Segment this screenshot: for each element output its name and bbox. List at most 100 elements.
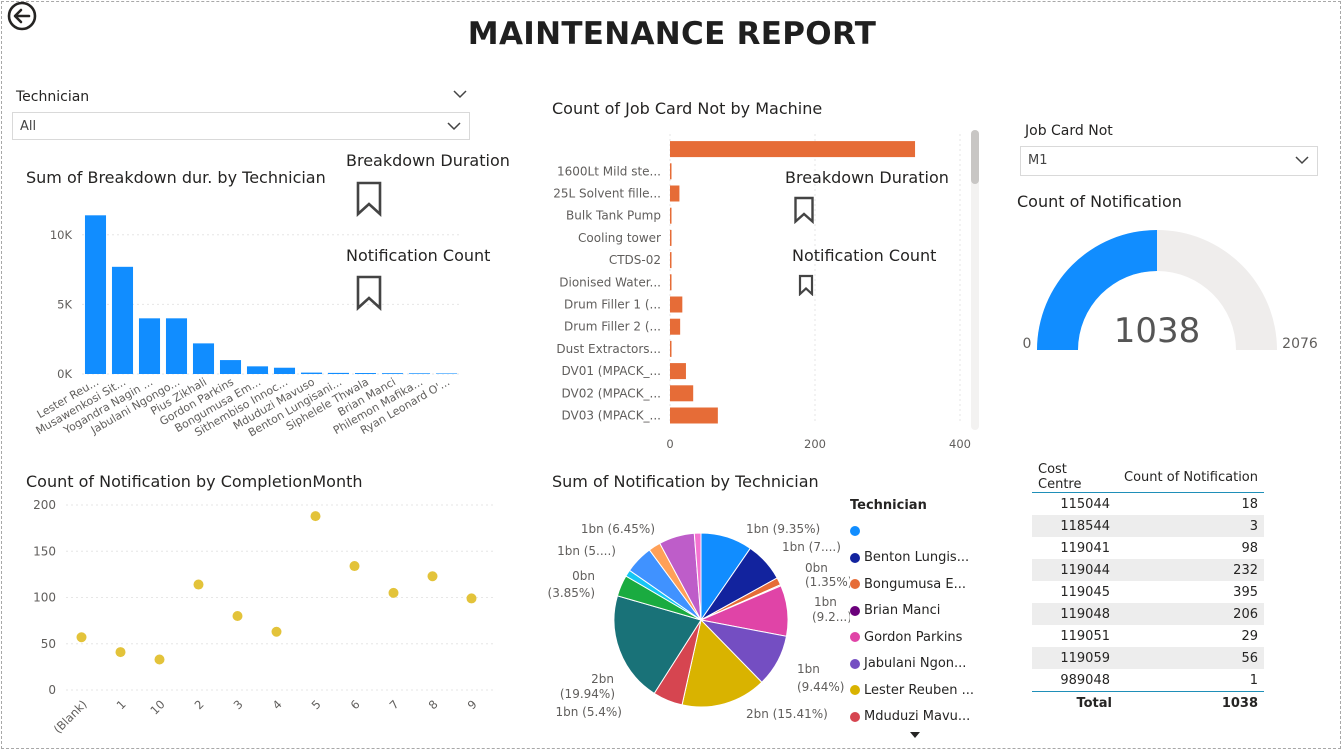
legend-marker [850,579,860,590]
legend-item[interactable]: Bongumusa E... [850,571,980,598]
cost-centre-cell: 119048 [1032,603,1116,625]
legend-label: Bongumusa E... [864,576,966,592]
technician-slicer-label: Technician [16,89,90,105]
count-cell: 232 [1116,559,1264,581]
bookmark-breakdown-label[interactable]: Breakdown Duration [785,168,949,187]
table-row[interactable]: 119059 56 [1032,647,1264,669]
count-cell: 29 [1241,628,1258,644]
pie-data-label: 0bn [805,561,828,575]
bar [670,296,683,313]
bar [381,373,404,374]
gauge-min-label: 0 [1023,336,1032,352]
bar [192,343,215,374]
bookmark-notification-label[interactable]: Notification Count [346,246,490,265]
y-tick-label: 0 [48,683,56,697]
table-total-row: Total 1038 [1032,691,1264,714]
x-tick-label: (Blank) [51,697,90,736]
page-title: MAINTENANCE REPORT [467,16,877,52]
table-row[interactable]: 119045 395 [1032,581,1264,603]
bar [138,318,161,374]
bar [327,372,350,374]
legend-marker [850,632,860,643]
technician-dropdown[interactable]: All [12,112,470,140]
x-tick-label: 3 [231,697,246,712]
bar [670,252,672,269]
count-cell: 56 [1116,647,1264,669]
bookmark-icon[interactable] [355,181,383,217]
y-tick-label: 5K [57,297,72,311]
table-row[interactable]: 119044 232 [1032,559,1264,581]
pie-data-label: 1bn (6.45%) [581,522,655,536]
bar [273,367,296,374]
bookmark-notification-label[interactable]: Notification Count [792,246,936,265]
column-header-cost-centre[interactable]: Cost Centre [1032,462,1116,493]
jobcard-slicer-label: Job Card Not [1025,123,1113,139]
y-tick-label: CTDS-02 [609,253,661,267]
y-tick-label: 50 [41,637,56,651]
table-row[interactable]: 115044 18 [1032,493,1264,516]
y-tick-label: 200 [33,498,56,512]
pie-data-label: 1bn (7....) [782,540,841,554]
breakdown-chart-title: Sum of Breakdown dur. by Technician [26,168,326,187]
legend-item[interactable]: Mduduzi Mavu... [850,704,980,731]
legend-item[interactable]: Lester Reuben ... [850,677,980,704]
bar [165,318,188,374]
scatter-point [115,647,126,658]
pie-data-label: 1bn [814,595,837,609]
scrollbar-thumb[interactable] [971,130,979,184]
legend-item[interactable]: Jabulani Ngon... [850,651,980,678]
column-header-count[interactable]: Count of Notification [1116,462,1264,493]
scatter-point [154,654,165,665]
y-tick-label: Drum Filler 1 (... [564,298,661,312]
legend-marker [850,685,860,696]
bookmark-icon[interactable] [793,196,815,224]
gauge-max-label: 2076 [1282,336,1318,352]
y-tick-label: 10K [50,228,73,242]
cost-centre-cell: 119059 [1032,647,1116,669]
table-row[interactable]: 118544 3 [1032,515,1264,537]
legend-item[interactable] [850,518,980,545]
bar [670,274,672,291]
bar [670,363,686,380]
table-row[interactable]: 119051 29 [1032,625,1264,647]
bar [246,366,269,374]
legend-label: Jabulani Ngon... [864,656,967,672]
pie-data-label: 2bn (15.41%) [746,707,828,721]
notification-month-scatter: 0 50 100 150 200 (Blank) 1 10 2 3 4 5 6 7 8 9 [33,498,495,736]
cost-centre-cell: 119045 [1060,584,1110,600]
y-tick-label: DV01 (MPACK_... [561,364,661,378]
table-row[interactable]: 119041 98 [1032,537,1264,559]
legend-item[interactable]: Brian Manci [850,598,980,625]
pie-data-label: (19.94%) [560,687,615,701]
scrollbar[interactable] [971,130,979,430]
x-tick-label: 10 [147,697,167,717]
scatter-point [76,632,87,643]
pie-data-label: 0bn [572,569,595,583]
legend-item[interactable]: Gordon Parkins [850,624,980,651]
y-tick-label: 100 [33,591,56,605]
gauge-value: 1038 [1114,311,1201,351]
bookmark-icon[interactable] [798,274,814,296]
bar [300,372,323,374]
bar [670,385,694,402]
bookmark-icon[interactable] [355,275,383,311]
x-tick-label: 2 [192,697,207,712]
count-cell: 98 [1241,540,1258,556]
legend-scroll-down-icon[interactable] [909,731,921,739]
cost-centre-cell: 119041 [1060,540,1110,556]
table-row[interactable]: 119048 206 [1032,603,1264,625]
pie-legend: Technician Benton Lungis... Bongumusa E..… [850,498,980,730]
table-row[interactable]: 989048 1 [1032,669,1264,692]
total-label: Total [1032,691,1116,714]
legend-item[interactable]: Benton Lungis... [850,545,980,572]
jobcard-dropdown[interactable]: M1 [1020,146,1318,176]
scatter-point [349,561,360,572]
breakdown-bar-chart: 0K5K10KLester Reu...Musawenkosi Sit...Yo… [34,215,460,439]
legend-marker [850,552,860,563]
bookmark-breakdown-label[interactable]: Breakdown Duration [346,151,510,170]
count-cell: 206 [1116,603,1264,625]
chevron-down-icon[interactable] [453,89,467,99]
gauge-title: Count of Notification [1017,192,1182,211]
legend-label: Gordon Parkins [864,629,963,645]
count-cell: 395 [1233,584,1258,600]
